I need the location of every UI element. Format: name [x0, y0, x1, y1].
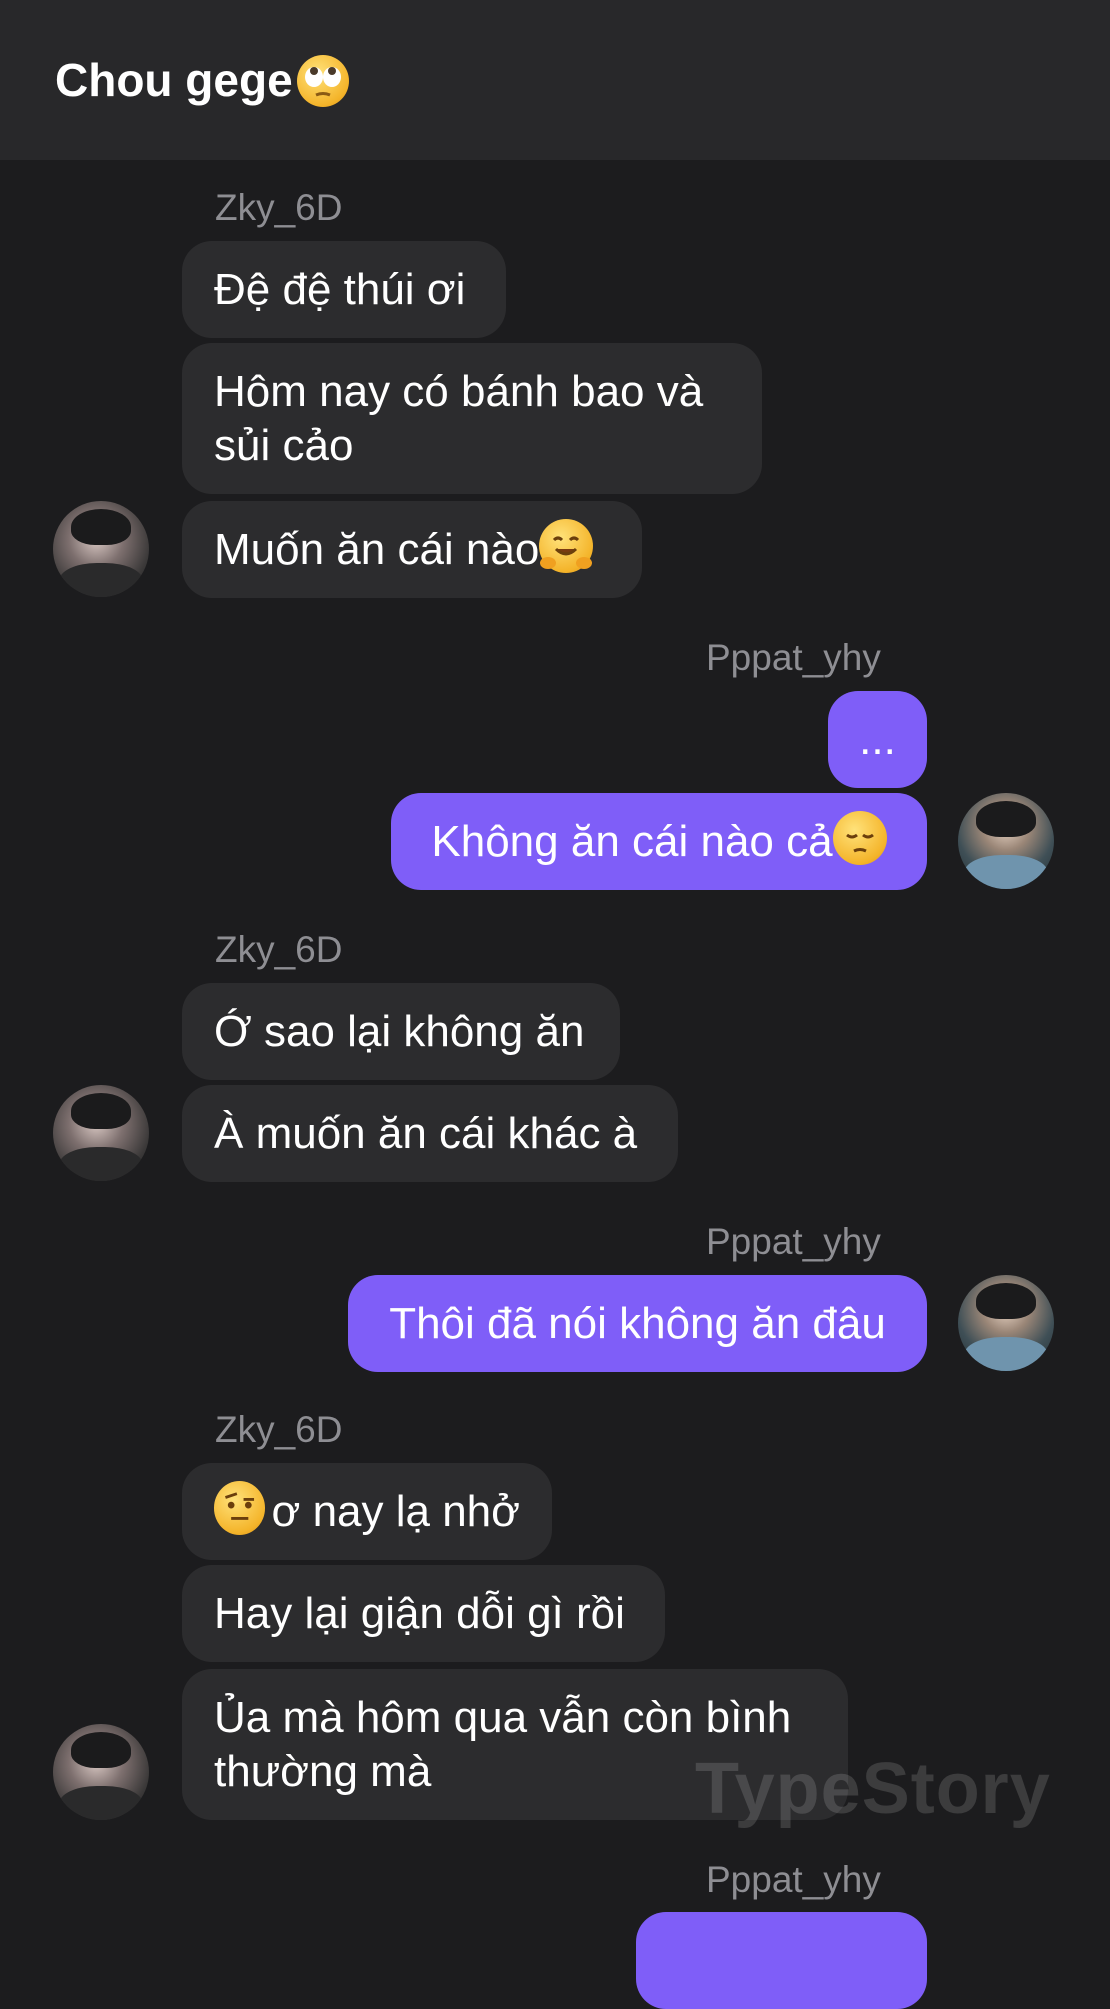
raised-eyebrow-emoji-icon	[214, 1480, 266, 1535]
avatar-hair	[976, 801, 1036, 837]
avatar-hair	[71, 1732, 131, 1768]
avatar-shirt	[964, 1337, 1048, 1371]
avatar-shirt	[59, 563, 143, 597]
message-text: Đệ đệ thúi ơi	[214, 264, 466, 314]
message-text: Hay lại giận dỗi gì rồi	[214, 1588, 625, 1638]
avatar-hair	[71, 1093, 131, 1129]
sender-name: Zky_6D	[215, 187, 343, 228]
watermark: TypeStory	[695, 1749, 1051, 1829]
sender-name: Zky_6D	[215, 929, 343, 970]
sender-name: Pppat_yhy	[706, 637, 881, 678]
message-bubble[interactable]: Không ăn cái nào cả	[391, 793, 927, 890]
avatar-shirt	[59, 1147, 143, 1181]
message-bubble[interactable]: ...	[828, 691, 927, 788]
avatar[interactable]	[53, 1085, 149, 1181]
sender-name: Pppat_yhy	[706, 1221, 881, 1262]
chat-header: Chou gege	[0, 0, 1110, 160]
message-text: ...	[859, 714, 896, 764]
avatar-hair	[976, 1283, 1036, 1319]
message-bubble[interactable]: Hôm nay có bánh bao và sủi cảo	[182, 343, 762, 494]
rolling-eyes-emoji-icon	[296, 54, 349, 107]
message-text: ơ nay lạ nhở	[271, 1486, 520, 1536]
avatar[interactable]	[958, 1275, 1054, 1371]
avatar-hair	[71, 509, 131, 545]
avatar[interactable]	[958, 793, 1054, 889]
message-bubble[interactable]: Thôi đã nói không ăn đâu	[348, 1275, 927, 1372]
message-text: Không ăn cái nào cả	[431, 816, 833, 866]
avatar-shirt	[59, 1786, 143, 1820]
message-text: Hôm nay có bánh bao và sủi cảo	[214, 366, 704, 470]
sender-name: Zky_6D	[215, 1409, 343, 1450]
chat-title[interactable]: Chou gege	[55, 52, 349, 110]
message-bubble[interactable]: À muốn ăn cái khác à	[182, 1085, 678, 1182]
pensive-face-emoji-icon	[832, 810, 887, 865]
hugging-face-emoji-icon	[539, 518, 594, 573]
message-bubble[interactable]: Muốn ăn cái nào	[182, 501, 642, 598]
avatar[interactable]	[53, 501, 149, 597]
message-text: À muốn ăn cái khác à	[214, 1108, 638, 1158]
avatar[interactable]	[53, 1724, 149, 1820]
avatar-shirt	[964, 855, 1048, 889]
message-bubble[interactable]: Hay lại giận dỗi gì rồi	[182, 1565, 665, 1662]
message-text: Thôi đã nói không ăn đâu	[389, 1298, 886, 1348]
chat-title-text: Chou gege	[55, 54, 293, 106]
message-text: Muốn ăn cái nào	[214, 524, 540, 574]
sender-name: Pppat_yhy	[706, 1859, 881, 1900]
message-bubble[interactable]: Ớ sao lại không ăn	[182, 983, 620, 1080]
message-bubble[interactable]: ơ nay lạ nhở	[182, 1463, 552, 1560]
message-bubble[interactable]: Đệ đệ thúi ơi	[182, 241, 506, 338]
message-text: Ớ sao lại không ăn	[214, 1006, 585, 1056]
message-bubble[interactable]	[636, 1912, 927, 2009]
